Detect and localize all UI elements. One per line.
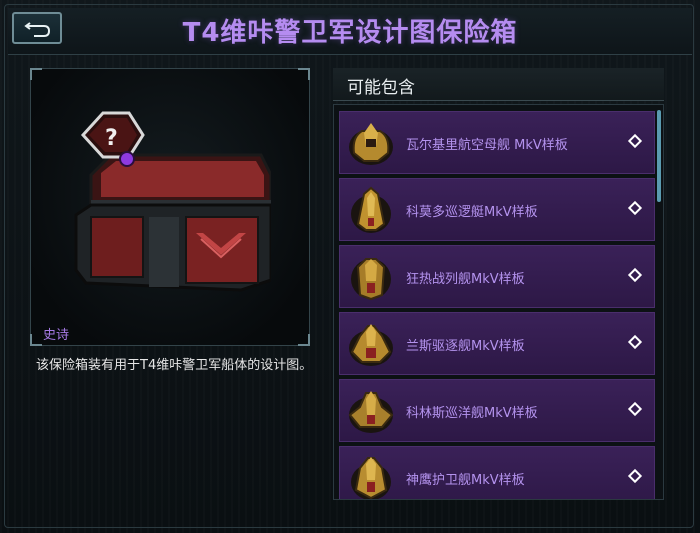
corner-decoration [30, 68, 42, 80]
info-diamond-icon[interactable] [627, 401, 643, 417]
item-preview-panel: ? 史诗 [30, 68, 310, 346]
contents-header: 可能包含 [333, 68, 664, 101]
item-label: 神鹰护卫舰MkV样板 [406, 473, 525, 488]
info-diamond-icon[interactable] [627, 267, 643, 283]
item-label: 兰斯驱逐舰MkV样板 [406, 339, 525, 354]
info-diamond-icon[interactable] [627, 133, 643, 149]
list-item[interactable]: 兰斯驱逐舰MkV样板 [339, 312, 655, 375]
corner-decoration [298, 334, 310, 346]
rarity-label: 史诗 [43, 328, 70, 343]
ship-icon [351, 457, 391, 499]
list-scrollbar[interactable] [657, 110, 661, 202]
ship-icon [351, 186, 391, 233]
ship-icon [348, 391, 394, 433]
list-item[interactable]: 科林斯巡洋舰MkV样板 [339, 379, 655, 442]
item-label: 科莫多巡逻艇MkV样板 [406, 205, 538, 220]
contents-header-label: 可能包含 [347, 78, 415, 98]
item-label: 科林斯巡洋舰MkV样板 [406, 406, 538, 421]
item-label: 狂热战列舰MkV样板 [406, 272, 525, 287]
chest-description: 该保险箱装有用于T4维咔警卫军船体的设计图。 [36, 358, 313, 373]
info-diamond-icon[interactable] [627, 200, 643, 216]
contents-list[interactable]: 瓦尔基里航空母舰 MkV样板 科莫多巡逻艇MkV样板 狂热战列舰MkV样板 兰斯… [333, 104, 664, 500]
item-label: 瓦尔基里航空母舰 MkV样板 [406, 138, 568, 153]
info-diamond-icon[interactable] [627, 468, 643, 484]
list-item[interactable]: 科莫多巡逻艇MkV样板 [339, 178, 655, 241]
info-diamond-icon[interactable] [627, 334, 643, 350]
blueprint-chest-image: ? [74, 111, 271, 292]
corner-decoration [298, 68, 310, 80]
ship-icon [349, 123, 393, 165]
page-title: T4维咔警卫军设计图保险箱 [182, 18, 518, 48]
ship-icon [351, 258, 391, 301]
list-item[interactable]: 神鹰护卫舰MkV样板 [339, 446, 655, 499]
list-item[interactable]: 狂热战列舰MkV样板 [339, 245, 655, 308]
corner-decoration [30, 334, 42, 346]
list-item[interactable]: 瓦尔基里航空母舰 MkV样板 [339, 111, 655, 174]
ship-icon [349, 324, 393, 366]
question-mark-icon: ? [105, 126, 118, 151]
